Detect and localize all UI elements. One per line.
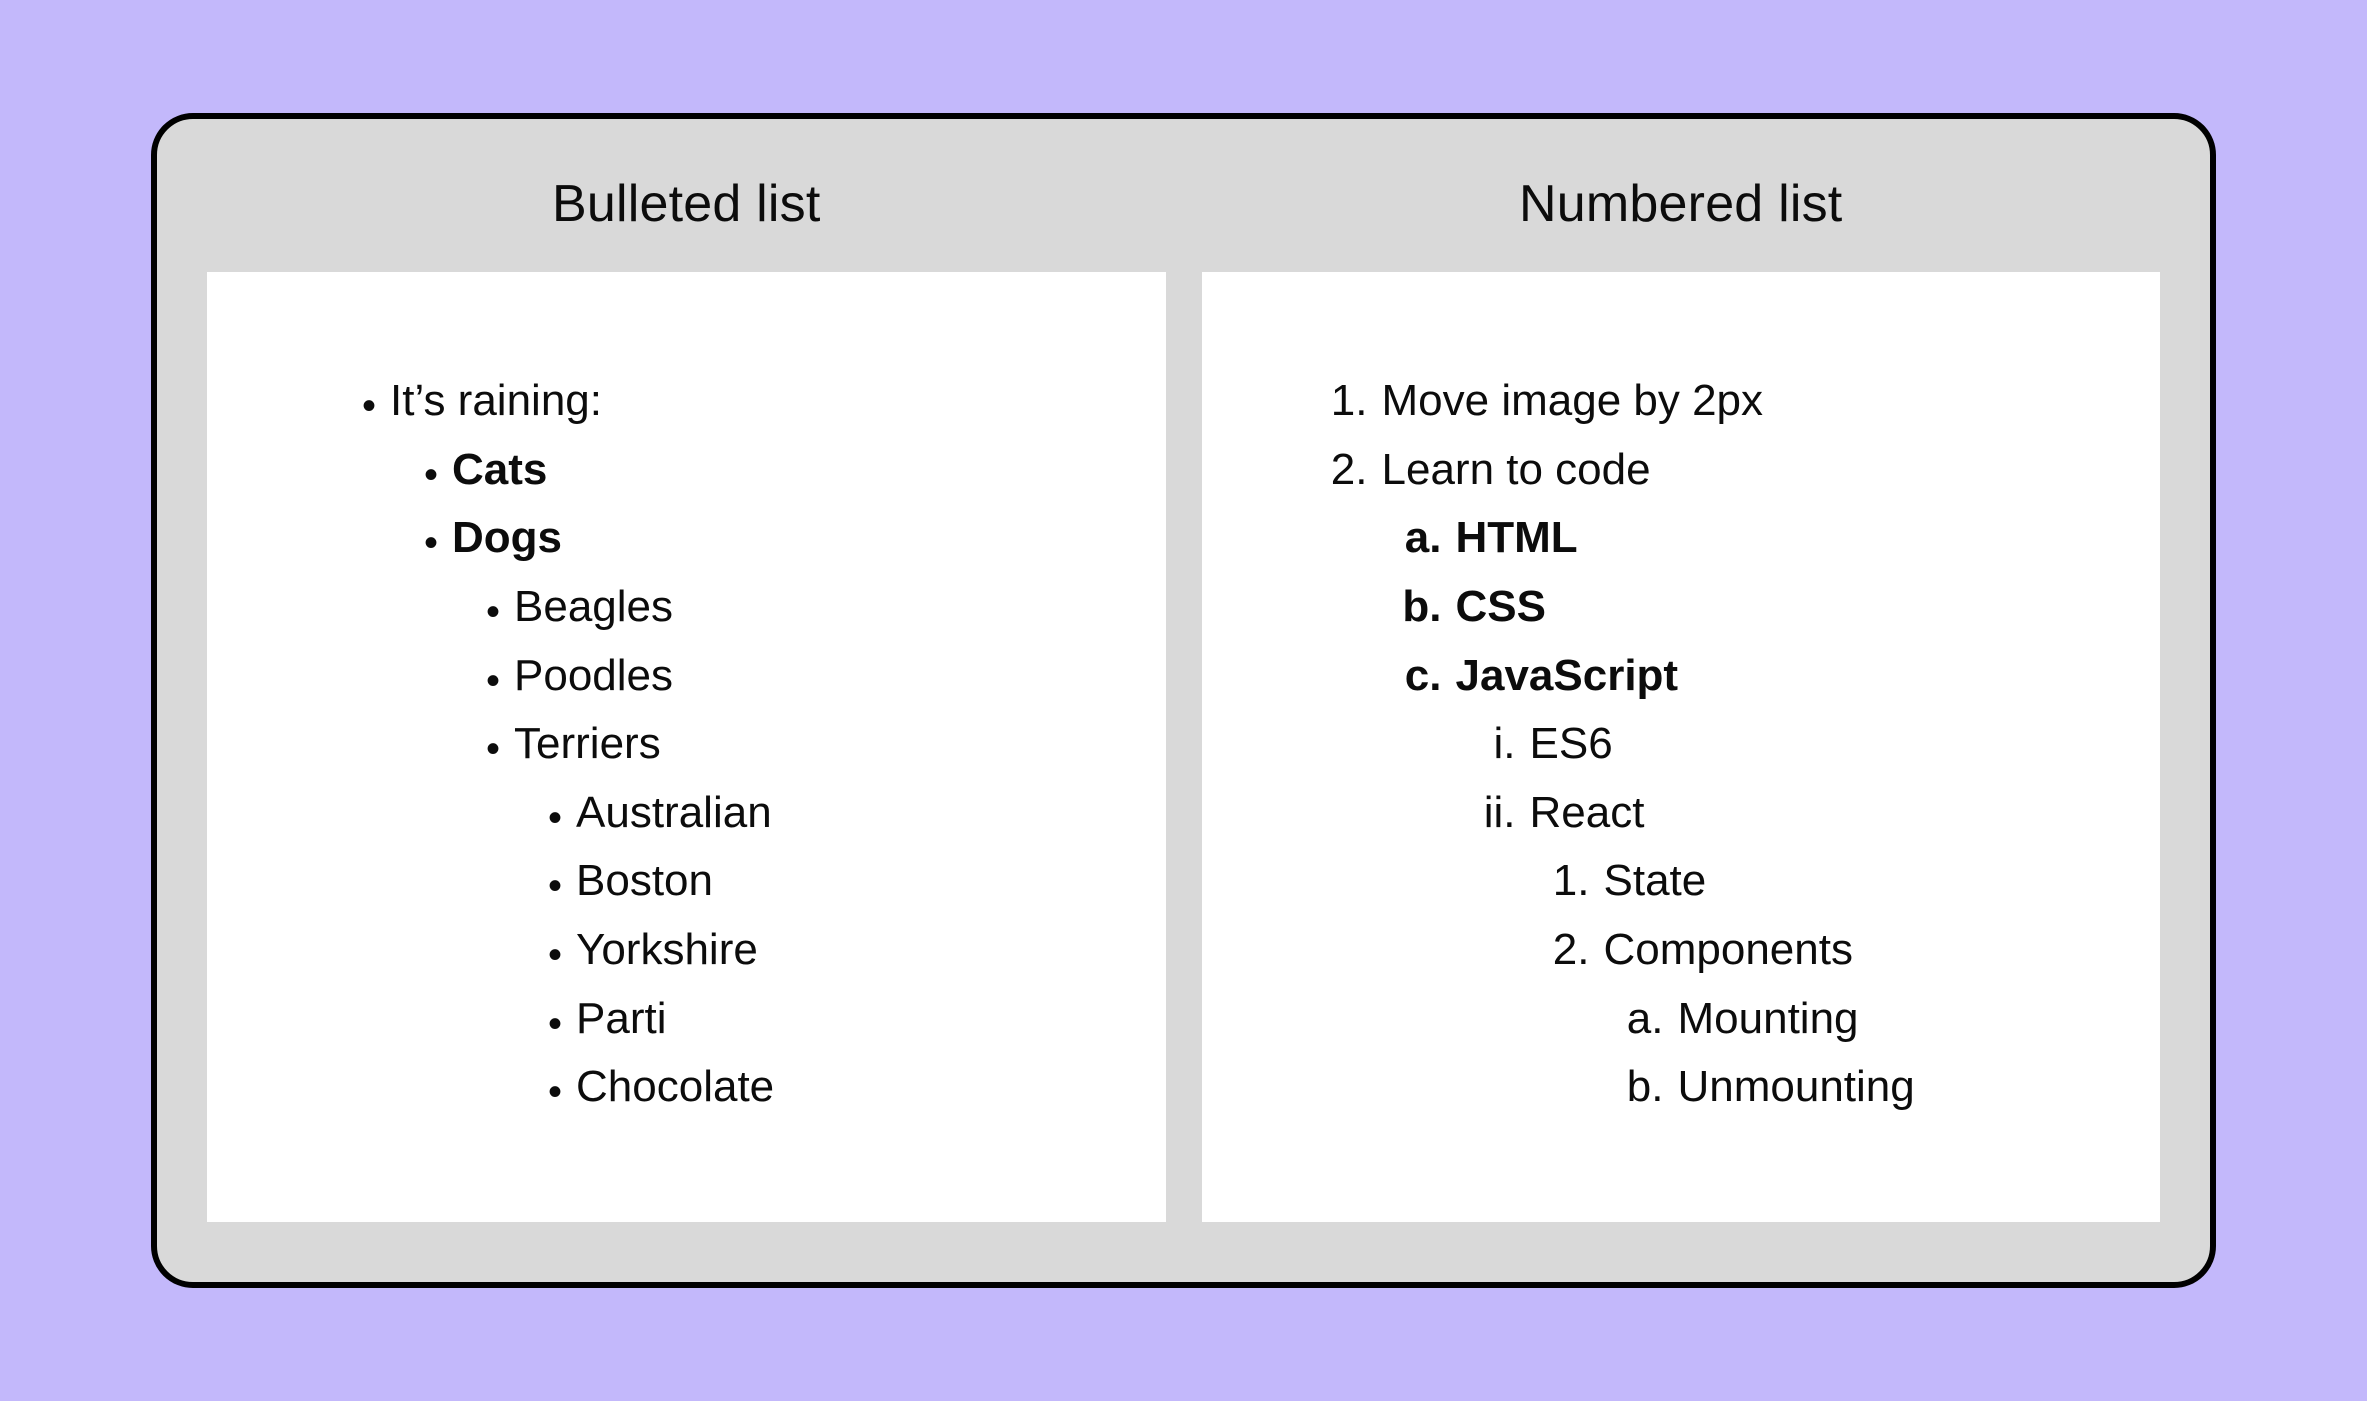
list-item-label: State [1604,847,1707,916]
example-card: Bulleted list • It’s raining: • Cats • Dogs • B… [151,113,2216,1288]
bulleted-title: Bulleted list [552,174,821,234]
list-marker: c. [1386,642,1442,711]
numbered-title: Numbered list [1519,174,1842,234]
list-item-label: Unmounting [1678,1053,1915,1122]
numbered-panel: 1.Move image by 2px2.Learn to codea.HTML… [1202,272,2161,1222]
list-item: b.Unmounting [1608,1053,2086,1122]
list-item: • Terriers [486,710,1091,779]
list-item: a.HTML [1386,504,2086,573]
bullet-icon: • [486,592,500,632]
list-marker: 2. [1534,916,1590,985]
bullet-icon: • [548,935,562,975]
list-item-label: Learn to code [1382,436,1651,505]
bullet-icon: • [486,661,500,701]
list-item-label: Mounting [1678,985,1859,1054]
list-item-label: Australian [576,779,772,848]
list-marker: 1. [1312,367,1368,436]
numbered-list: 1.Move image by 2px2.Learn to codea.HTML… [1312,367,2086,1122]
list-item-label: Boston [576,847,713,916]
list-item-label: JavaScript [1456,642,1679,711]
list-item: 2.Components [1534,916,2086,985]
list-item-label: Cats [452,436,547,505]
list-item-label: Yorkshire [576,916,758,985]
list-item: b.CSS [1386,573,2086,642]
list-item: • Dogs [424,504,1091,573]
list-item: ii.React [1460,779,2086,848]
list-item: • Parti [548,985,1091,1054]
list-item: a.Mounting [1608,985,2086,1054]
list-item: • Beagles [486,573,1091,642]
list-marker: b. [1386,573,1442,642]
list-item-label: ES6 [1530,710,1613,779]
list-item-label: Dogs [452,504,562,573]
bullet-icon: • [362,386,376,426]
list-marker: a. [1386,504,1442,573]
list-item-label: Poodles [514,642,673,711]
list-item-label: CSS [1456,573,1546,642]
list-item: • Yorkshire [548,916,1091,985]
bullet-icon: • [548,798,562,838]
bullet-icon: • [424,455,438,495]
list-item: • Poodles [486,642,1091,711]
bulleted-column: Bulleted list • It’s raining: • Cats • Dogs • B… [207,174,1166,1222]
list-marker: 2. [1312,436,1368,505]
bulleted-list: • It’s raining: • Cats • Dogs • Beagles • Poodles… [362,367,1091,1122]
list-item: • Boston [548,847,1091,916]
bullet-icon: • [548,866,562,906]
list-item: 1.State [1534,847,2086,916]
list-marker: ii. [1460,779,1516,848]
list-marker: b. [1608,1053,1664,1122]
list-item: i.ES6 [1460,710,2086,779]
list-item: • Australian [548,779,1091,848]
list-item-label: HTML [1456,504,1578,573]
numbered-column: Numbered list 1.Move image by 2px2.Learn… [1202,174,2161,1222]
bullet-icon: • [548,1072,562,1112]
list-item: 2.Learn to code [1312,436,2086,505]
list-item: c.JavaScript [1386,642,2086,711]
list-marker: i. [1460,710,1516,779]
list-item-label: Beagles [514,573,673,642]
bulleted-panel: • It’s raining: • Cats • Dogs • Beagles • Poodles… [207,272,1166,1222]
bullet-icon: • [424,523,438,563]
list-marker: a. [1608,985,1664,1054]
list-item: • It’s raining: [362,367,1091,436]
list-item-label: React [1530,779,1645,848]
list-item-label: It’s raining: [390,367,602,436]
list-item-label: Move image by 2px [1382,367,1764,436]
list-item: • Cats [424,436,1091,505]
bullet-icon: • [486,729,500,769]
bullet-icon: • [548,1004,562,1044]
list-item-label: Terriers [514,710,661,779]
list-item-label: Components [1604,916,1853,985]
list-item-label: Parti [576,985,666,1054]
list-item: • Chocolate [548,1053,1091,1122]
list-marker: 1. [1534,847,1590,916]
list-item-label: Chocolate [576,1053,774,1122]
list-item: 1.Move image by 2px [1312,367,2086,436]
